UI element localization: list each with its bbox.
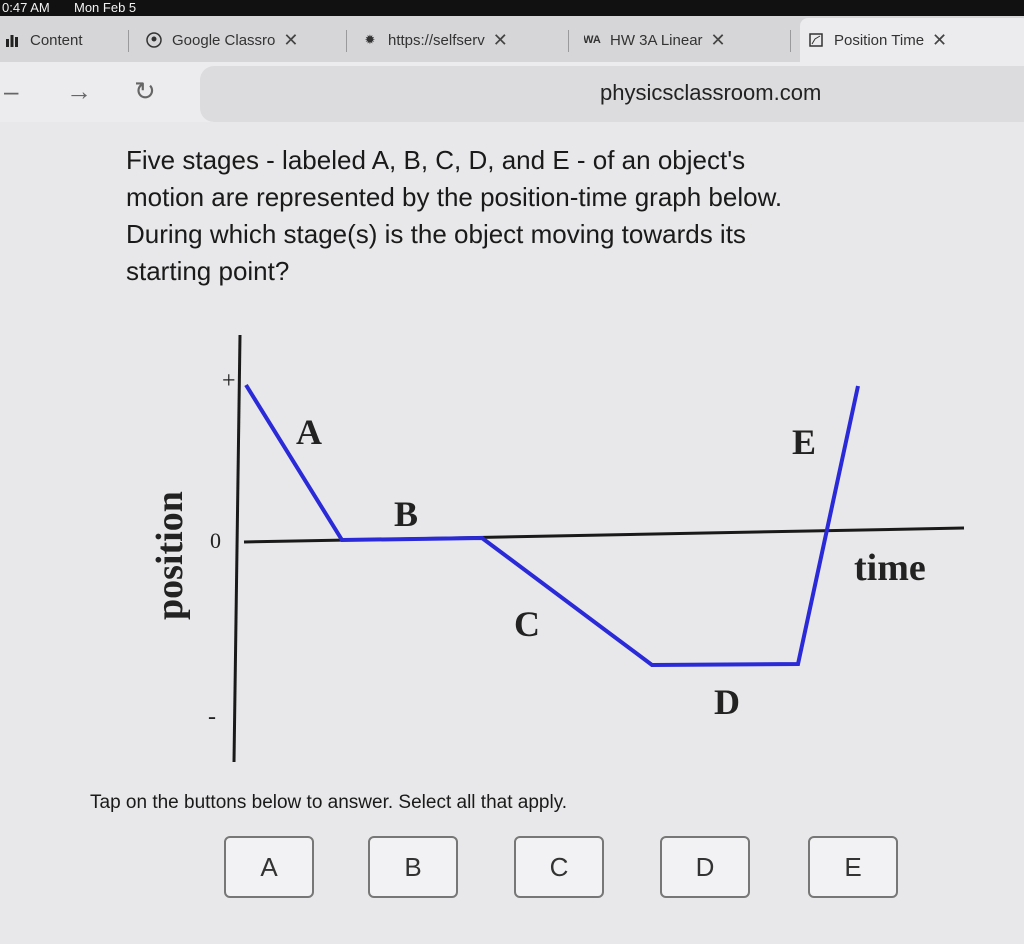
google-classroom-icon (146, 32, 162, 48)
tab-google-classroom[interactable]: Google Classro ✕ (146, 18, 342, 62)
answer-button-a[interactable]: A (224, 836, 314, 898)
tab-label: Position Time (834, 31, 925, 49)
tab-label: https://selfserv (388, 31, 485, 49)
tab-label: HW 3A Linear (610, 31, 703, 49)
y-tick-zero: 0 (210, 528, 221, 553)
tab-divider (346, 30, 347, 52)
answer-button-d[interactable]: D (660, 836, 750, 898)
forward-arrow-icon[interactable]: → (66, 76, 92, 107)
tab-content[interactable]: Content (4, 18, 124, 62)
tab-label: Content (30, 31, 83, 49)
answer-buttons: A B C D E (0, 830, 1024, 910)
instructions-text: Tap on the buttons below to answer. Sele… (90, 792, 568, 813)
answer-button-b[interactable]: B (368, 836, 458, 898)
segment-label-b: B (394, 494, 418, 534)
tab-divider (568, 30, 569, 52)
gear-icon: ✹ (364, 32, 376, 47)
reload-icon[interactable]: ↻ (134, 76, 156, 107)
y-tick-plus: + (222, 368, 236, 394)
tab-label: Google Classro (172, 31, 276, 49)
question-line: starting point? (126, 256, 290, 286)
close-icon[interactable]: ✕ (932, 30, 947, 51)
tab-divider (128, 30, 129, 52)
webassign-icon: WA (584, 34, 601, 46)
tab-hw-3a-linear[interactable]: WA HW 3A Linear ✕ (584, 18, 780, 62)
tab-position-time[interactable]: Position Time ✕ (800, 18, 1024, 62)
tab-divider (790, 30, 791, 52)
address-bar[interactable]: physicsclassroom.com (200, 66, 1024, 122)
position-time-graph: + 0 - position time A B C D E (149, 334, 965, 763)
page-icon (808, 32, 824, 48)
y-axis-label: position (149, 491, 191, 620)
answer-button-e[interactable]: E (808, 836, 898, 898)
back-arrow-icon[interactable]: ‒ (4, 76, 18, 107)
segment-label-c: C (514, 604, 540, 644)
close-icon[interactable]: ✕ (711, 30, 726, 51)
close-icon[interactable]: ✕ (283, 30, 298, 51)
position-axis (232, 334, 242, 763)
segment-label-d: D (714, 682, 740, 722)
status-date: Mon Feb 5 (74, 0, 137, 15)
status-bar: 0:47 AM Mon Feb 5 (0, 0, 1024, 16)
chart-bar-icon (4, 32, 20, 48)
segment-label-e: E (792, 422, 816, 462)
status-time: 0:47 AM (2, 0, 50, 15)
tab-selfserv[interactable]: ✹ https://selfserv ✕ (362, 18, 558, 62)
x-axis-label: time (854, 547, 926, 589)
question-text: Five stages - labeled A, B, C, D, and E … (126, 142, 966, 290)
url-text: physicsclassroom.com (600, 80, 822, 105)
answer-button-c[interactable]: C (514, 836, 604, 898)
close-icon[interactable]: ✕ (493, 30, 508, 51)
question-line: Five stages - labeled A, B, C, D, and E … (126, 145, 746, 175)
motion-line (244, 383, 860, 668)
question-line: motion are represented by the position-t… (126, 182, 783, 212)
question-line: During which stage(s) is the object movi… (126, 219, 746, 249)
browser-top-bar: 0:47 AM Mon Feb 5 Content Google Classro… (0, 0, 1024, 62)
segment-label-a: A (296, 412, 322, 452)
y-tick-minus: - (208, 704, 216, 730)
